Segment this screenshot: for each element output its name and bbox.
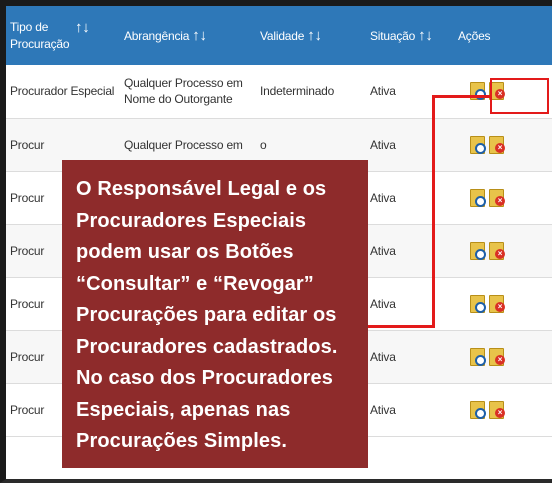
cell-validade: Indeterminado bbox=[260, 84, 335, 99]
header-situacao[interactable]: Situação ↑↓ bbox=[366, 6, 454, 65]
header-tipo-label: Tipo de Procuração bbox=[10, 19, 70, 51]
callout-line: podem usar os Botões bbox=[76, 241, 294, 263]
callout-line: Procurações Simples. bbox=[76, 430, 287, 452]
callout-line: O Responsável Legal e os bbox=[76, 178, 327, 200]
sort-icon[interactable]: ↑↓ bbox=[192, 27, 207, 44]
table-header-row: Tipo de Procuração↑↓ Abrangência ↑↓ Valid… bbox=[6, 6, 552, 65]
cell-acoes: × bbox=[454, 118, 552, 171]
sort-icon[interactable]: ↑↓ bbox=[307, 27, 322, 44]
connector-line-top bbox=[432, 95, 492, 98]
cell-situacao: Ativa bbox=[370, 84, 396, 99]
callout-line: “Consultar” e “Revogar” bbox=[76, 272, 314, 295]
cell-situacao: Ativa bbox=[370, 349, 396, 364]
document-search-icon[interactable] bbox=[470, 188, 486, 207]
document-search-icon[interactable] bbox=[470, 135, 486, 154]
callout-line: Procuradores cadastrados. bbox=[76, 335, 338, 358]
document-revoke-icon[interactable]: × bbox=[489, 241, 505, 260]
document-search-icon[interactable] bbox=[470, 400, 486, 419]
document-revoke-icon[interactable]: × bbox=[489, 400, 505, 419]
callout-line: No caso dos Procuradores bbox=[76, 367, 333, 389]
header-acoes-label: Ações bbox=[458, 28, 491, 43]
header-abrangencia-label: Abrangência bbox=[124, 29, 190, 43]
callout-line: Especiais, apenas nas bbox=[76, 398, 291, 421]
header-acoes: Ações bbox=[454, 6, 552, 65]
table-row: Procurador Especial Qualquer Processo em … bbox=[6, 65, 552, 118]
cell-situacao: Ativa bbox=[370, 190, 396, 205]
cell-acoes: × bbox=[454, 277, 552, 330]
cell-tipo: Procurador Especial bbox=[10, 84, 115, 99]
document-search-icon[interactable] bbox=[470, 241, 486, 260]
sort-icon[interactable]: ↑↓ bbox=[75, 19, 90, 36]
document-revoke-icon[interactable]: × bbox=[489, 294, 505, 313]
document-search-icon[interactable] bbox=[470, 347, 486, 366]
header-situacao-label: Situação bbox=[370, 29, 416, 43]
document-revoke-icon[interactable]: × bbox=[489, 135, 505, 154]
cell-acoes: × bbox=[454, 383, 552, 436]
actions-highlight-box bbox=[490, 78, 549, 114]
connector-line-vertical bbox=[432, 96, 435, 328]
connector-line-bottom bbox=[368, 325, 435, 328]
sort-icon[interactable]: ↑↓ bbox=[418, 27, 433, 44]
cell-abrangencia: Qualquer Processo em Nome do Outorgante bbox=[124, 76, 243, 107]
header-abrangencia[interactable]: Abrangência ↑↓ bbox=[120, 6, 256, 65]
header-validade-label: Validade bbox=[260, 29, 305, 43]
document-revoke-icon[interactable]: × bbox=[489, 347, 505, 366]
cell-situacao: Ativa bbox=[370, 296, 396, 311]
callout-line: Procuradores Especiais bbox=[76, 209, 307, 232]
document-revoke-icon[interactable]: × bbox=[489, 188, 505, 207]
cell-situacao: Ativa bbox=[370, 137, 396, 152]
header-validade[interactable]: Validade ↑↓ bbox=[256, 6, 366, 65]
document-search-icon[interactable] bbox=[470, 294, 486, 313]
cell-situacao: Ativa bbox=[370, 243, 396, 258]
header-tipo[interactable]: Tipo de Procuração ↑↓ bbox=[6, 6, 120, 65]
cell-acoes: × bbox=[454, 171, 552, 224]
explanation-callout: O Responsável Legal e os Procuradores Es… bbox=[62, 160, 368, 468]
cell-acoes: × bbox=[454, 330, 552, 383]
cell-acoes: × bbox=[454, 224, 552, 277]
cell-situacao: Ativa bbox=[370, 402, 396, 417]
callout-line: Procurações para editar os bbox=[76, 304, 337, 326]
